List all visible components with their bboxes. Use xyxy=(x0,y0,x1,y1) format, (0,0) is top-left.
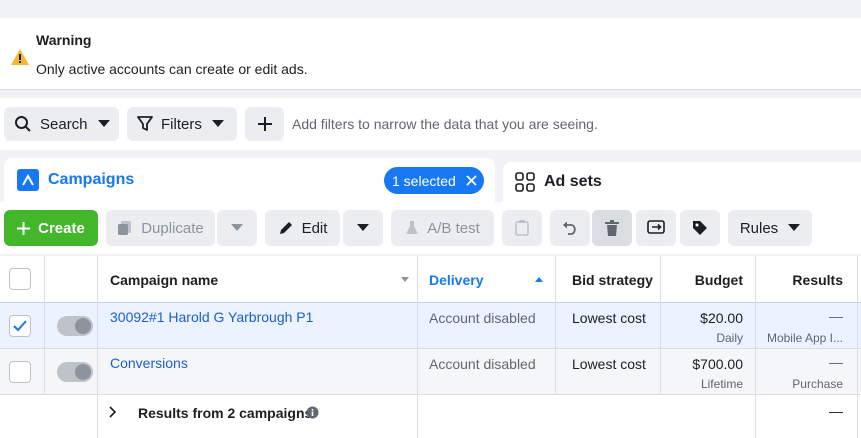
campaigns-icon xyxy=(17,169,39,191)
create-button[interactable]: Create xyxy=(4,210,98,246)
ab-test-label: A/B test xyxy=(427,219,480,237)
table-row[interactable]: Conversions Account disabled Lowest cost… xyxy=(0,349,861,395)
warning-icon xyxy=(11,49,29,65)
flask-icon xyxy=(406,221,419,234)
sort-icon[interactable] xyxy=(401,277,409,283)
campaign-name-link[interactable]: Conversions xyxy=(110,355,188,371)
rules-label: Rules xyxy=(739,219,779,237)
trash-icon xyxy=(605,220,619,236)
header-results[interactable]: Results xyxy=(757,272,843,288)
results-type: Mobile App I... xyxy=(766,331,843,345)
add-filter-button[interactable] xyxy=(245,107,284,141)
warning-title: Warning xyxy=(36,32,92,48)
pencil-icon xyxy=(279,222,292,234)
select-all-checkbox[interactable] xyxy=(9,268,31,290)
header-bid-strategy[interactable]: Bid strategy xyxy=(572,272,653,288)
results-value: — xyxy=(829,308,843,324)
duplicate-label: Duplicate xyxy=(141,219,204,237)
duplicate-icon xyxy=(118,221,132,235)
filters-button[interactable]: Filters xyxy=(127,107,237,141)
adsets-icon xyxy=(515,172,535,192)
caret-down-icon xyxy=(231,224,243,231)
search-label: Search xyxy=(40,115,88,133)
create-label: Create xyxy=(38,219,85,237)
chevron-right-icon[interactable] xyxy=(109,406,117,418)
campaign-toggle[interactable] xyxy=(57,362,93,382)
budget-amount: $700.00 xyxy=(692,356,743,372)
bid-strategy: Lowest cost xyxy=(572,310,646,326)
sort-asc-icon[interactable] xyxy=(535,277,543,283)
filters-label: Filters xyxy=(161,115,202,133)
header-delivery[interactable]: Delivery xyxy=(429,272,483,288)
tag-button[interactable] xyxy=(680,210,720,246)
plus-icon xyxy=(257,117,272,131)
budget-type: Daily xyxy=(716,331,743,345)
tag-icon xyxy=(693,221,707,235)
check-icon xyxy=(13,320,27,332)
info-icon[interactable] xyxy=(306,406,319,419)
campaign-name-link[interactable]: 30092#1 Harold G Yarbrough P1 xyxy=(110,309,313,325)
delivery-status: Account disabled xyxy=(429,310,536,326)
search-button[interactable]: Search xyxy=(4,107,119,141)
caret-down-icon xyxy=(788,224,801,231)
summary-label: Results from 2 campaigns xyxy=(138,405,313,421)
caret-down-icon xyxy=(97,120,110,127)
caret-down-icon xyxy=(211,120,224,127)
filter-icon xyxy=(137,116,153,131)
search-icon xyxy=(15,116,31,132)
bid-strategy: Lowest cost xyxy=(572,356,646,372)
summary-results: — xyxy=(829,403,843,419)
header-campaign-name[interactable]: Campaign name xyxy=(110,272,218,288)
undo-icon xyxy=(563,221,576,235)
duplicate-dropdown-button[interactable] xyxy=(217,210,257,246)
warning-message: Only active accounts can create or edit … xyxy=(36,61,308,77)
summary-row: Results from 2 campaigns — xyxy=(0,395,861,438)
filter-hint[interactable]: Add filters to narrow the data that you … xyxy=(292,116,598,132)
ab-test-button[interactable]: A/B test xyxy=(391,210,494,246)
export-button[interactable] xyxy=(636,210,676,246)
edit-label: Edit xyxy=(301,219,328,237)
delivery-status: Account disabled xyxy=(429,356,536,372)
duplicate-button[interactable]: Duplicate xyxy=(106,210,215,246)
tab-campaigns-label: Campaigns xyxy=(48,171,135,188)
campaigns-table: Campaign name Delivery Bid strategy Budg… xyxy=(0,256,861,438)
plus-icon xyxy=(17,221,31,235)
table-row[interactable]: 30092#1 Harold G Yarbrough P1 Account di… xyxy=(0,303,861,349)
tab-adsets[interactable]: Ad sets xyxy=(503,162,861,202)
results-type: Purchase xyxy=(792,377,843,391)
filter-bar: Search Filters Add filters to narrow the… xyxy=(0,98,861,150)
campaign-toggle[interactable] xyxy=(57,316,93,336)
row-checkbox-checked[interactable] xyxy=(9,315,31,337)
close-icon[interactable] xyxy=(466,175,477,186)
selected-count: 1 selected xyxy=(392,172,456,189)
edit-button[interactable]: Edit xyxy=(265,210,340,246)
row-checkbox[interactable] xyxy=(9,361,31,383)
action-toolbar: Create Duplicate Edit A/B test Rules xyxy=(0,202,861,254)
results-value: — xyxy=(829,354,843,370)
warning-banner: Warning Only active accounts can create … xyxy=(0,18,861,90)
table-header: Campaign name Delivery Bid strategy Budg… xyxy=(0,256,861,303)
edit-dropdown-button[interactable] xyxy=(343,210,383,246)
export-icon xyxy=(647,220,665,234)
undo-button[interactable] xyxy=(550,210,590,246)
header-budget[interactable]: Budget xyxy=(661,272,743,288)
tab-adsets-label: Ad sets xyxy=(544,173,602,190)
budget-type: Lifetime xyxy=(700,377,743,391)
clipboard-button[interactable] xyxy=(502,210,542,246)
rules-button[interactable]: Rules xyxy=(728,210,812,246)
clipboard-icon xyxy=(515,220,529,236)
selected-pill[interactable]: 1 selected xyxy=(384,167,484,194)
budget-amount: $20.00 xyxy=(700,310,743,326)
delete-button[interactable] xyxy=(592,210,632,246)
caret-down-icon xyxy=(357,224,369,231)
